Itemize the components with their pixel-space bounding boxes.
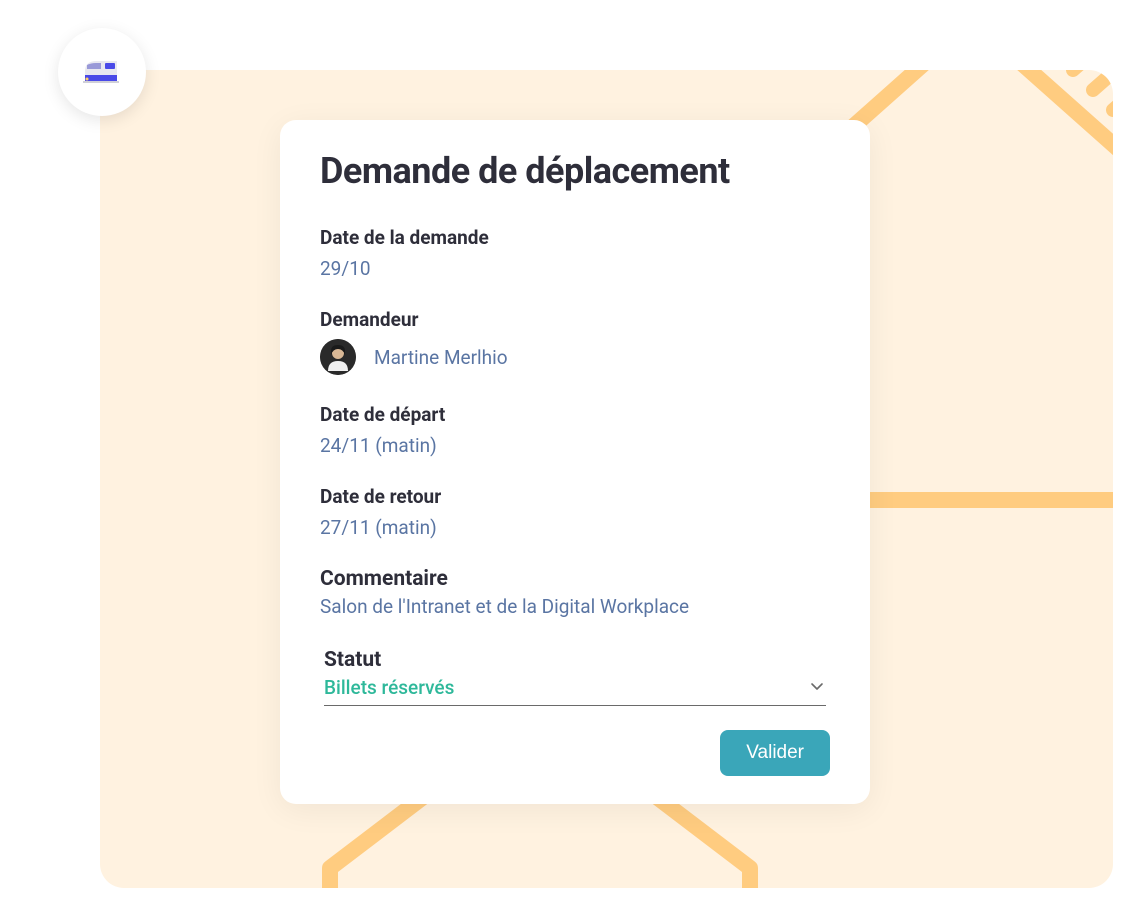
label-departure-date: Date de départ xyxy=(320,403,830,426)
value-comment: Salon de l'Intranet et de la Digital Wor… xyxy=(320,595,830,618)
travel-request-card: Demande de déplacement Date de la demand… xyxy=(280,120,870,804)
requester-name: Martine Merlhio xyxy=(374,346,508,369)
chevron-down-icon xyxy=(808,677,826,699)
field-status: Statut Billets réservés xyxy=(320,648,830,706)
status-select[interactable]: Billets réservés xyxy=(324,676,826,706)
label-status: Statut xyxy=(324,648,826,672)
field-comment: Commentaire Salon de l'Intranet et de la… xyxy=(320,567,830,618)
label-request-date: Date de la demande xyxy=(320,226,830,249)
field-requester: Demandeur Martine Merlhio xyxy=(320,308,830,375)
card-title: Demande de déplacement xyxy=(320,150,830,192)
value-departure-date: 24/11 (matin) xyxy=(320,434,830,457)
label-comment: Commentaire xyxy=(320,567,830,591)
label-return-date: Date de retour xyxy=(320,485,830,508)
field-return-date: Date de retour 27/11 (matin) xyxy=(320,485,830,539)
validate-button[interactable]: Valider xyxy=(720,730,830,776)
field-departure-date: Date de départ 24/11 (matin) xyxy=(320,403,830,457)
avatar xyxy=(320,339,356,375)
train-icon xyxy=(81,51,123,93)
value-return-date: 27/11 (matin) xyxy=(320,516,830,539)
value-request-date: 29/10 xyxy=(320,257,830,280)
actions-row: Valider xyxy=(320,730,830,776)
train-icon-badge xyxy=(58,28,146,116)
value-status: Billets réservés xyxy=(324,676,454,699)
requester-row: Martine Merlhio xyxy=(320,339,830,375)
field-request-date: Date de la demande 29/10 xyxy=(320,226,830,280)
avatar-image xyxy=(320,339,356,375)
label-requester: Demandeur xyxy=(320,308,830,331)
